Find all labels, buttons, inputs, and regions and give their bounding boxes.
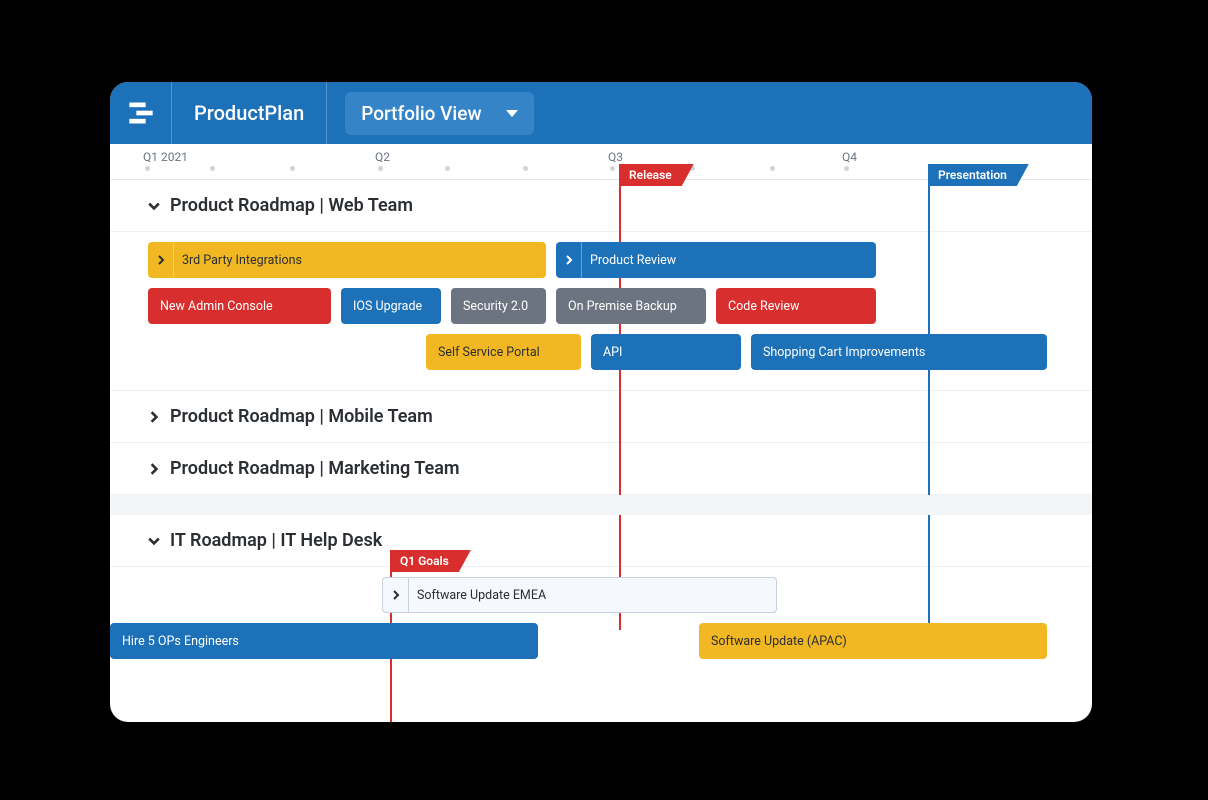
bar-label: Shopping Cart Improvements [763, 345, 925, 360]
milestone-flag: Q1 Goals [390, 550, 471, 572]
milestone-release[interactable]: Release [619, 164, 621, 630]
bar-label: API [603, 345, 622, 360]
roadmap-content: Release Presentation Product Roadmap | W… [110, 180, 1092, 679]
section-web: Product Roadmap | Web Team 3rd Party Int… [110, 180, 1092, 391]
bar-label: Software Update (APAC) [711, 634, 847, 649]
section-title: Product Roadmap | Mobile Team [170, 406, 433, 427]
timeline-label-q3: Q3 [608, 150, 623, 164]
bar-shopping-cart[interactable]: Shopping Cart Improvements [751, 334, 1047, 370]
section-rows-it: Software Update EMEA Hire 5 OPs Engineer… [110, 567, 1092, 679]
bar-security[interactable]: Security 2.0 [451, 288, 546, 324]
milestone-flag: Presentation [928, 164, 1029, 186]
milestone-presentation[interactable]: Presentation [928, 164, 930, 630]
milestone-flag: Release [619, 164, 694, 186]
section-divider [110, 495, 1092, 515]
lane: 3rd Party Integrations Product Review [148, 242, 1054, 278]
bar-new-admin[interactable]: New Admin Console [148, 288, 331, 324]
section-toggle-marketing[interactable]: Product Roadmap | Marketing Team [110, 443, 1092, 495]
timeline-tick [610, 166, 615, 171]
bar-label: Product Review [590, 253, 676, 268]
section-rows-web: 3rd Party Integrations Product Review Ne… [110, 232, 1092, 391]
timeline-tick [770, 166, 775, 171]
brand-name: ProductPlan [172, 82, 327, 144]
timeline-label-q4: Q4 [842, 150, 857, 164]
timeline-label-q2: Q2 [375, 150, 390, 164]
timeline-tick [844, 166, 849, 171]
bar-software-apac[interactable]: Software Update (APAC) [699, 623, 1047, 659]
app-logo[interactable] [110, 82, 172, 144]
logo-icon [127, 99, 155, 127]
section-toggle-web[interactable]: Product Roadmap | Web Team [110, 180, 1092, 232]
bar-label: New Admin Console [160, 299, 273, 314]
chevron-right-icon [148, 463, 160, 475]
bar-label: Security 2.0 [463, 299, 528, 314]
bar-product-review[interactable]: Product Review [556, 242, 876, 278]
bar-api[interactable]: API [591, 334, 741, 370]
expand-icon[interactable] [556, 242, 582, 278]
section-title: IT Roadmap | IT Help Desk [170, 530, 382, 551]
bar-ios-upgrade[interactable]: IOS Upgrade [341, 288, 441, 324]
section-toggle-it[interactable]: IT Roadmap | IT Help Desk [110, 515, 1092, 567]
lane: Software Update EMEA [148, 577, 1054, 613]
bar-label: On Premise Backup [568, 299, 677, 314]
chevron-down-icon [148, 535, 160, 547]
section-title: Product Roadmap | Marketing Team [170, 458, 460, 479]
view-dropdown[interactable]: Portfolio View [345, 92, 533, 135]
milestone-line [928, 164, 930, 630]
lane: Self Service Portal API Shopping Cart Im… [148, 334, 1054, 370]
bar-label: Self Service Portal [438, 345, 540, 360]
bar-label: Software Update EMEA [417, 588, 546, 603]
app-window: ProductPlan Portfolio View Q1 2021 Q2 Q3… [110, 82, 1092, 722]
chevron-down-icon [506, 110, 518, 117]
bar-on-premise[interactable]: On Premise Backup [556, 288, 706, 324]
section-title: Product Roadmap | Web Team [170, 195, 413, 216]
lane: New Admin Console IOS Upgrade Security 2… [148, 288, 1054, 324]
timeline-tick [523, 166, 528, 171]
timeline-tick [210, 166, 215, 171]
bar-label: Code Review [728, 299, 799, 314]
bar-self-service[interactable]: Self Service Portal [426, 334, 581, 370]
bar-code-review[interactable]: Code Review [716, 288, 876, 324]
expand-icon[interactable] [383, 577, 409, 613]
timeline-tick [378, 166, 383, 171]
bar-software-emea[interactable]: Software Update EMEA [382, 577, 777, 613]
view-dropdown-label: Portfolio View [361, 102, 481, 125]
chevron-down-icon [148, 200, 160, 212]
bar-label: IOS Upgrade [353, 299, 422, 314]
timeline-tick [290, 166, 295, 171]
chevron-right-icon [148, 411, 160, 423]
lane: Hire 5 OPs Engineers Software Update (AP… [148, 623, 1054, 659]
section-it: IT Roadmap | IT Help Desk Software Updat… [110, 515, 1092, 679]
app-header: ProductPlan Portfolio View [110, 82, 1092, 144]
timeline-label-q1: Q1 2021 [143, 150, 188, 164]
bar-3rd-party[interactable]: 3rd Party Integrations [148, 242, 546, 278]
timeline-tick [145, 166, 150, 171]
bar-label: Hire 5 OPs Engineers [122, 634, 239, 649]
expand-icon[interactable] [148, 242, 174, 278]
milestone-line [619, 164, 621, 630]
bar-hire-ops[interactable]: Hire 5 OPs Engineers [110, 623, 538, 659]
bar-label: 3rd Party Integrations [182, 253, 302, 268]
section-toggle-mobile[interactable]: Product Roadmap | Mobile Team [110, 391, 1092, 443]
timeline-tick [445, 166, 450, 171]
